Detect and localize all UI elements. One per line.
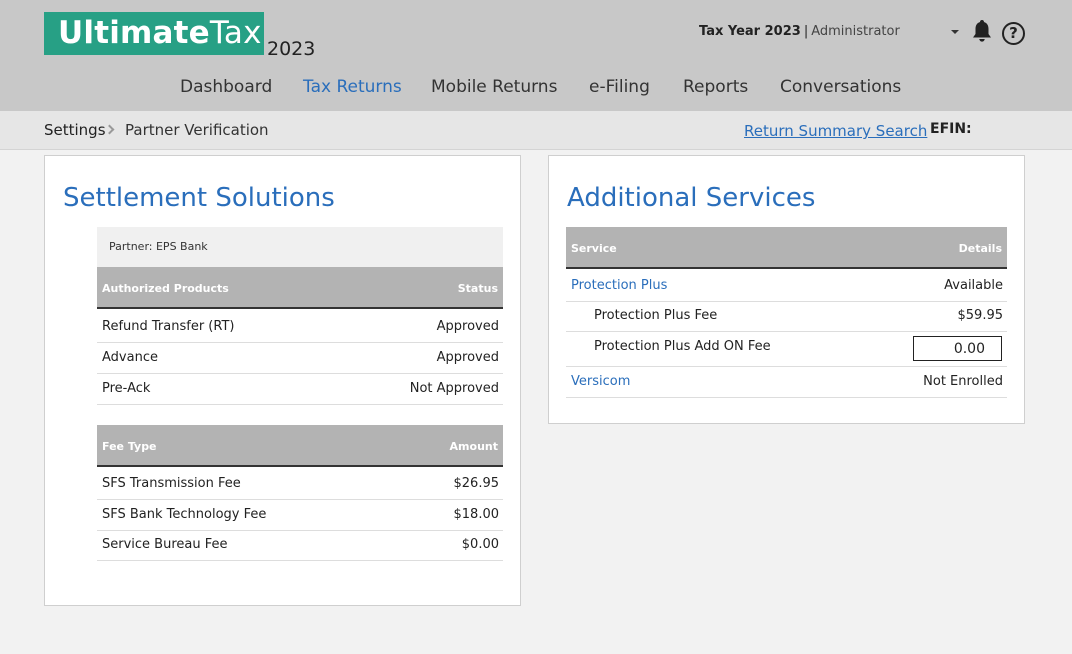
fee-amount: $18.00 — [453, 507, 500, 522]
fee-amount: $0.00 — [461, 537, 499, 552]
additional-services-title: Additional Services — [567, 183, 816, 213]
settlement-solutions-panel: Settlement Solutions Partner: EPS Bank A… — [44, 155, 521, 606]
breadcrumb: Settings Partner Verification Return Sum… — [0, 111, 1072, 150]
versicom-status: Not Enrolled — [923, 374, 1003, 389]
fee-name: SFS Bank Technology Fee — [102, 507, 267, 522]
product-name: Refund Transfer (RT) — [102, 319, 235, 334]
header-fee-type: Fee Type — [102, 440, 157, 453]
fee-type-header: Fee Type Amount — [97, 425, 503, 467]
user-menu[interactable]: Tax Year 2023 | Administrator — [699, 24, 900, 39]
table-row: Advance Approved — [97, 343, 503, 374]
table-row: Refund Transfer (RT) Approved — [97, 312, 503, 343]
breadcrumb-settings[interactable]: Settings — [44, 121, 106, 139]
fee-name: SFS Transmission Fee — [102, 476, 241, 491]
header-details: Details — [958, 242, 1002, 255]
app-header: UltimateTax 2023 Tax Year 2023 | Administr… — [0, 0, 1072, 111]
nav-dashboard[interactable]: Dashboard — [180, 77, 272, 97]
logo-text-bold: Ultimate — [58, 15, 210, 51]
protection-plus-fee-amount: $59.95 — [957, 308, 1004, 323]
settlement-solutions-title: Settlement Solutions — [63, 183, 335, 213]
logo-year: 2023 — [267, 38, 316, 60]
bell-icon[interactable] — [970, 18, 994, 44]
protection-plus-addon-fee-label: Protection Plus Add ON Fee — [594, 339, 771, 354]
table-row: Protection Plus Add ON Fee — [566, 332, 1007, 367]
fee-amount: $26.95 — [453, 476, 500, 491]
nav-reports[interactable]: Reports — [683, 77, 748, 97]
product-name: Pre-Ack — [102, 381, 151, 396]
table-row: SFS Bank Technology Fee $18.00 — [97, 500, 503, 531]
table-row: SFS Transmission Fee $26.95 — [97, 469, 503, 500]
nav-tax-returns[interactable]: Tax Returns — [303, 77, 402, 97]
main-nav: Dashboard Tax Returns Mobile Returns e-F… — [0, 77, 1072, 103]
tax-year-label: Tax Year 2023 — [699, 24, 801, 39]
protection-plus-fee-label: Protection Plus Fee — [594, 308, 718, 323]
protection-plus-status: Available — [944, 278, 1003, 293]
table-row: Versicom Not Enrolled — [566, 367, 1007, 398]
return-summary-search-link[interactable]: Return Summary Search — [744, 122, 927, 140]
product-status: Approved — [436, 319, 499, 334]
breadcrumb-current: Partner Verification — [125, 121, 269, 139]
user-role: Administrator — [811, 24, 900, 39]
nav-e-filing[interactable]: e-Filing — [589, 77, 650, 97]
authorized-products-header: Authorized Products Status — [97, 267, 503, 309]
nav-mobile-returns[interactable]: Mobile Returns — [431, 77, 557, 97]
table-row: Protection Plus Available — [566, 271, 1007, 302]
chevron-right-icon — [104, 124, 115, 135]
additional-services-panel: Additional Services Service Details Prot… — [548, 155, 1025, 424]
table-row: Protection Plus Fee $59.95 — [566, 301, 1007, 332]
caret-down-icon[interactable] — [951, 30, 959, 34]
fee-name: Service Bureau Fee — [102, 537, 228, 552]
partner-label: Partner: EPS Bank — [97, 227, 503, 267]
efin-label: EFIN: — [930, 121, 972, 137]
header-amount: Amount — [449, 440, 498, 453]
header-authorized-products: Authorized Products — [102, 282, 229, 295]
table-row: Pre-Ack Not Approved — [97, 374, 503, 405]
versicom-link[interactable]: Versicom — [571, 374, 630, 389]
protection-plus-addon-fee-input[interactable] — [913, 336, 1002, 361]
product-name: Advance — [102, 350, 158, 365]
services-header: Service Details — [566, 227, 1007, 269]
nav-conversations[interactable]: Conversations — [780, 77, 901, 97]
help-icon[interactable]: ? — [1002, 22, 1025, 45]
user-separator: | — [803, 24, 809, 39]
logo-text-light: Tax — [209, 15, 262, 51]
header-status: Status — [457, 282, 498, 295]
table-row: Service Bureau Fee $0.00 — [97, 530, 503, 561]
product-status: Approved — [436, 350, 499, 365]
product-status: Not Approved — [409, 381, 499, 396]
protection-plus-link[interactable]: Protection Plus — [571, 278, 667, 293]
header-service: Service — [571, 242, 617, 255]
ultimatetax-logo[interactable]: UltimateTax — [44, 12, 264, 55]
